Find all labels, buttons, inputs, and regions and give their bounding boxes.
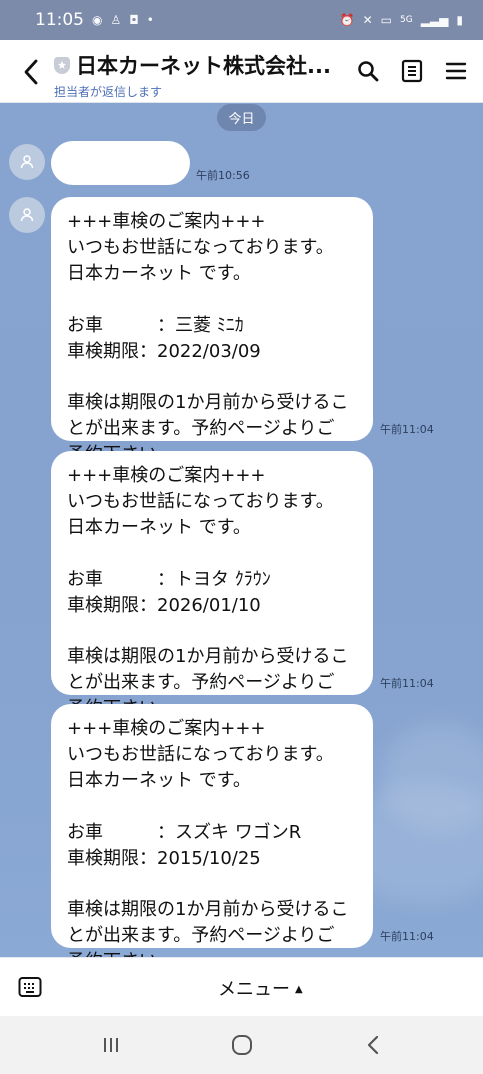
menu-button[interactable]	[439, 54, 473, 88]
status-time: 11:05	[35, 10, 84, 30]
caret-up-icon: ▲	[295, 983, 303, 995]
date-separator: 今日	[217, 104, 266, 131]
footer-menu-button[interactable]: メニュー ▲	[218, 975, 303, 1001]
avatar[interactable]	[9, 144, 45, 180]
page-subtitle: 担当者が返信します	[54, 85, 163, 99]
back-button[interactable]	[16, 52, 46, 92]
network-text: 5G	[400, 14, 413, 25]
message-bubble-empty[interactable]	[51, 141, 190, 185]
notes-icon	[401, 59, 423, 83]
message-time: 午前10:56	[196, 169, 250, 182]
hamburger-icon	[445, 62, 467, 80]
chevron-left-icon	[24, 59, 38, 85]
title-area[interactable]: 日本カーネット株式会社... 担当者が返信します	[54, 50, 336, 100]
chat-header: 日本カーネット株式会社... 担当者が返信します	[0, 40, 483, 103]
signal-icon: ▂▃▅	[420, 13, 449, 27]
recent-apps-icon	[103, 1038, 118, 1052]
message-bubble[interactable]: +++車検のご案内+++ いつもお世話になっております。 日本カーネット です。…	[51, 197, 373, 465]
search-icon	[358, 61, 379, 82]
footer-menu-label: メニュー	[218, 979, 290, 1000]
header-actions	[351, 54, 473, 88]
status-bar: 11:05 ◉ ♙ ◘ • ⏰ ✕ ▭ 5G ▂▃▅ ▮	[0, 0, 483, 40]
search-button[interactable]	[351, 54, 385, 88]
chat-footer: メニュー ▲	[0, 957, 483, 1016]
home-button[interactable]	[222, 1025, 262, 1065]
keyboard-button[interactable]	[18, 976, 42, 998]
volte-icon: ▭	[380, 13, 392, 27]
notes-button[interactable]	[395, 54, 429, 88]
keyboard-icon	[18, 977, 42, 997]
battery-icon: ▮	[456, 13, 463, 27]
chat-area[interactable]: 今日 午前10:56 +++車検のご案内+++ いつもお世話になっております。 …	[0, 103, 483, 957]
message-time: 午前11:04	[380, 930, 434, 943]
line-icon: ◉	[92, 13, 103, 27]
shield-icon: ♙	[110, 13, 122, 27]
avatar[interactable]	[9, 197, 45, 233]
page-title: 日本カーネット株式会社...	[76, 54, 331, 78]
message-time: 午前11:04	[380, 423, 434, 436]
person-icon	[20, 155, 34, 169]
title-row: 日本カーネット株式会社...	[54, 50, 336, 80]
message-time: 午前11:04	[380, 677, 434, 690]
message-bubble[interactable]: +++車検のご案内+++ いつもお世話になっております。 日本カーネット です。…	[51, 704, 373, 957]
alarm-icon: ⏰	[339, 13, 355, 27]
status-left: 11:05 ◉ ♙ ◘ •	[35, 10, 154, 30]
home-icon	[231, 1035, 252, 1055]
mute-icon: ✕	[362, 13, 373, 27]
message-bubble[interactable]: +++車検のご案内+++ いつもお世話になっております。 日本カーネット です。…	[51, 451, 373, 719]
person-icon	[20, 208, 34, 222]
dot-icon: •	[146, 13, 154, 27]
official-shield-icon	[54, 56, 70, 74]
system-navigation-bar	[0, 1016, 483, 1074]
back-icon	[367, 1035, 378, 1055]
back-navigation-button[interactable]	[353, 1025, 393, 1065]
check-shield-icon: ◘	[129, 13, 139, 27]
status-right: ⏰ ✕ ▭ 5G ▂▃▅ ▮	[340, 13, 463, 27]
recent-apps-button[interactable]	[91, 1025, 131, 1065]
